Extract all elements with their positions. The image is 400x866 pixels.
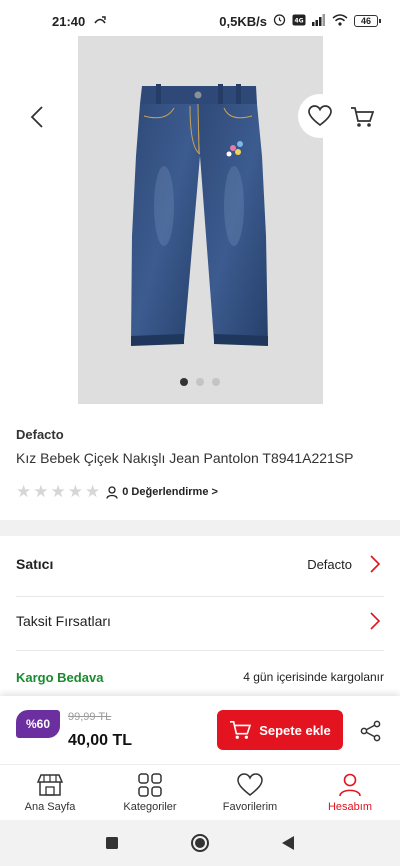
svg-text:4G: 4G bbox=[294, 17, 303, 24]
nav-home-label: Ana Sayfa bbox=[24, 800, 76, 813]
free-shipping-label: Kargo Bedava bbox=[16, 669, 104, 685]
user-icon bbox=[106, 485, 118, 499]
star-icon: ★ bbox=[16, 482, 32, 501]
store-icon bbox=[37, 773, 63, 796]
star-icon: ★ bbox=[50, 482, 66, 501]
seller-label: Satıcı bbox=[16, 556, 54, 572]
reviews-link[interactable]: 0 Değerlendirme > bbox=[106, 485, 218, 499]
pager-dot[interactable] bbox=[196, 378, 204, 386]
seller-row[interactable]: Satıcı Defacto bbox=[0, 540, 400, 588]
jeans-image bbox=[131, 84, 268, 346]
installment-row[interactable]: Taksit Fırsatları bbox=[0, 598, 400, 644]
new-price: 40,00 TL bbox=[68, 732, 133, 749]
triangle-back-icon bbox=[282, 836, 294, 850]
battery-icon: 46 bbox=[354, 15, 381, 27]
add-to-cart-label: Sepete ekle bbox=[259, 722, 331, 738]
pager-dot[interactable] bbox=[212, 378, 220, 386]
installment-right bbox=[370, 612, 380, 630]
chevron-right-icon bbox=[370, 612, 380, 630]
cart-icon bbox=[351, 107, 374, 127]
share-icon bbox=[360, 720, 381, 742]
nav-favorites[interactable]: Favorilerim bbox=[200, 765, 300, 820]
add-to-cart-button[interactable]: Sepete ekle bbox=[217, 710, 343, 750]
pager-dot[interactable] bbox=[180, 378, 188, 386]
status-time: 21:40 bbox=[52, 13, 86, 29]
nav-account-label: Hesabım bbox=[327, 800, 373, 813]
nav-account[interactable]: Hesabım bbox=[300, 765, 400, 820]
cart-button[interactable] bbox=[347, 102, 377, 132]
cart-icon bbox=[230, 721, 252, 739]
status-left: 21:40 bbox=[52, 14, 107, 29]
reviews-link-label: 0 Değerlendirme > bbox=[122, 486, 218, 498]
rating-row: ★ ★ ★ ★ ★ 0 Değerlendirme > bbox=[16, 482, 218, 501]
seller-right: Defacto bbox=[307, 555, 380, 573]
buy-bar: %60 99,99 TL 40,00 TL Sepete ekle bbox=[0, 696, 400, 764]
favorite-button[interactable] bbox=[298, 94, 342, 138]
divider bbox=[16, 650, 384, 651]
discount-badge: %60 bbox=[16, 710, 60, 738]
back-button[interactable] bbox=[22, 102, 52, 132]
star-icon: ★ bbox=[85, 482, 101, 501]
installment-label: Taksit Fırsatları bbox=[16, 613, 111, 629]
nav-home[interactable]: Ana Sayfa bbox=[0, 765, 100, 820]
delivery-time: 4 gün içerisinde kargolanır bbox=[243, 670, 384, 684]
seller-name: Defacto bbox=[307, 556, 352, 572]
wifi-icon bbox=[332, 13, 348, 29]
share-button[interactable] bbox=[356, 716, 386, 746]
heart-icon bbox=[308, 105, 332, 127]
nav-categories-label: Kategoriler bbox=[123, 800, 177, 813]
volte-icon: 4G bbox=[292, 14, 306, 29]
product-brand[interactable]: Defacto bbox=[16, 427, 64, 442]
status-right: 0,5KB/s 4G 46 bbox=[219, 13, 381, 29]
nav-categories[interactable]: Kategoriler bbox=[100, 765, 200, 820]
heart-icon bbox=[237, 772, 263, 796]
recents-button[interactable] bbox=[101, 832, 123, 854]
section-separator bbox=[0, 520, 400, 536]
system-back-button[interactable] bbox=[277, 832, 299, 854]
shipping-info: Kargo Bedava 4 gün içerisinde kargolanır bbox=[0, 666, 400, 688]
grid-icon bbox=[138, 772, 162, 797]
product-title: Kız Bebek Çiçek Nakışlı Jean Pantolon T8… bbox=[16, 450, 354, 466]
circle-icon bbox=[191, 834, 209, 852]
chevron-right-icon bbox=[370, 555, 380, 573]
star-icon: ★ bbox=[67, 482, 83, 501]
square-icon bbox=[106, 837, 118, 849]
alarm-icon bbox=[273, 13, 286, 29]
bottom-nav: Ana Sayfa Kategoriler Favorilerim Hesabı… bbox=[0, 764, 400, 820]
system-nav-bar bbox=[0, 820, 400, 866]
nav-favorites-label: Favorilerim bbox=[222, 800, 278, 813]
divider bbox=[16, 596, 384, 597]
user-icon bbox=[339, 773, 361, 796]
signal-icon bbox=[312, 13, 326, 29]
product-image-area bbox=[0, 36, 400, 412]
product-photo[interactable] bbox=[78, 36, 323, 404]
star-icon: ★ bbox=[33, 482, 49, 501]
image-pager bbox=[0, 378, 400, 386]
home-button[interactable] bbox=[189, 832, 211, 854]
network-speed: 0,5KB/s bbox=[219, 13, 267, 29]
call-forward-icon bbox=[93, 14, 107, 29]
chevron-left-icon bbox=[30, 106, 43, 128]
old-price: 99,99 TL bbox=[68, 711, 112, 723]
